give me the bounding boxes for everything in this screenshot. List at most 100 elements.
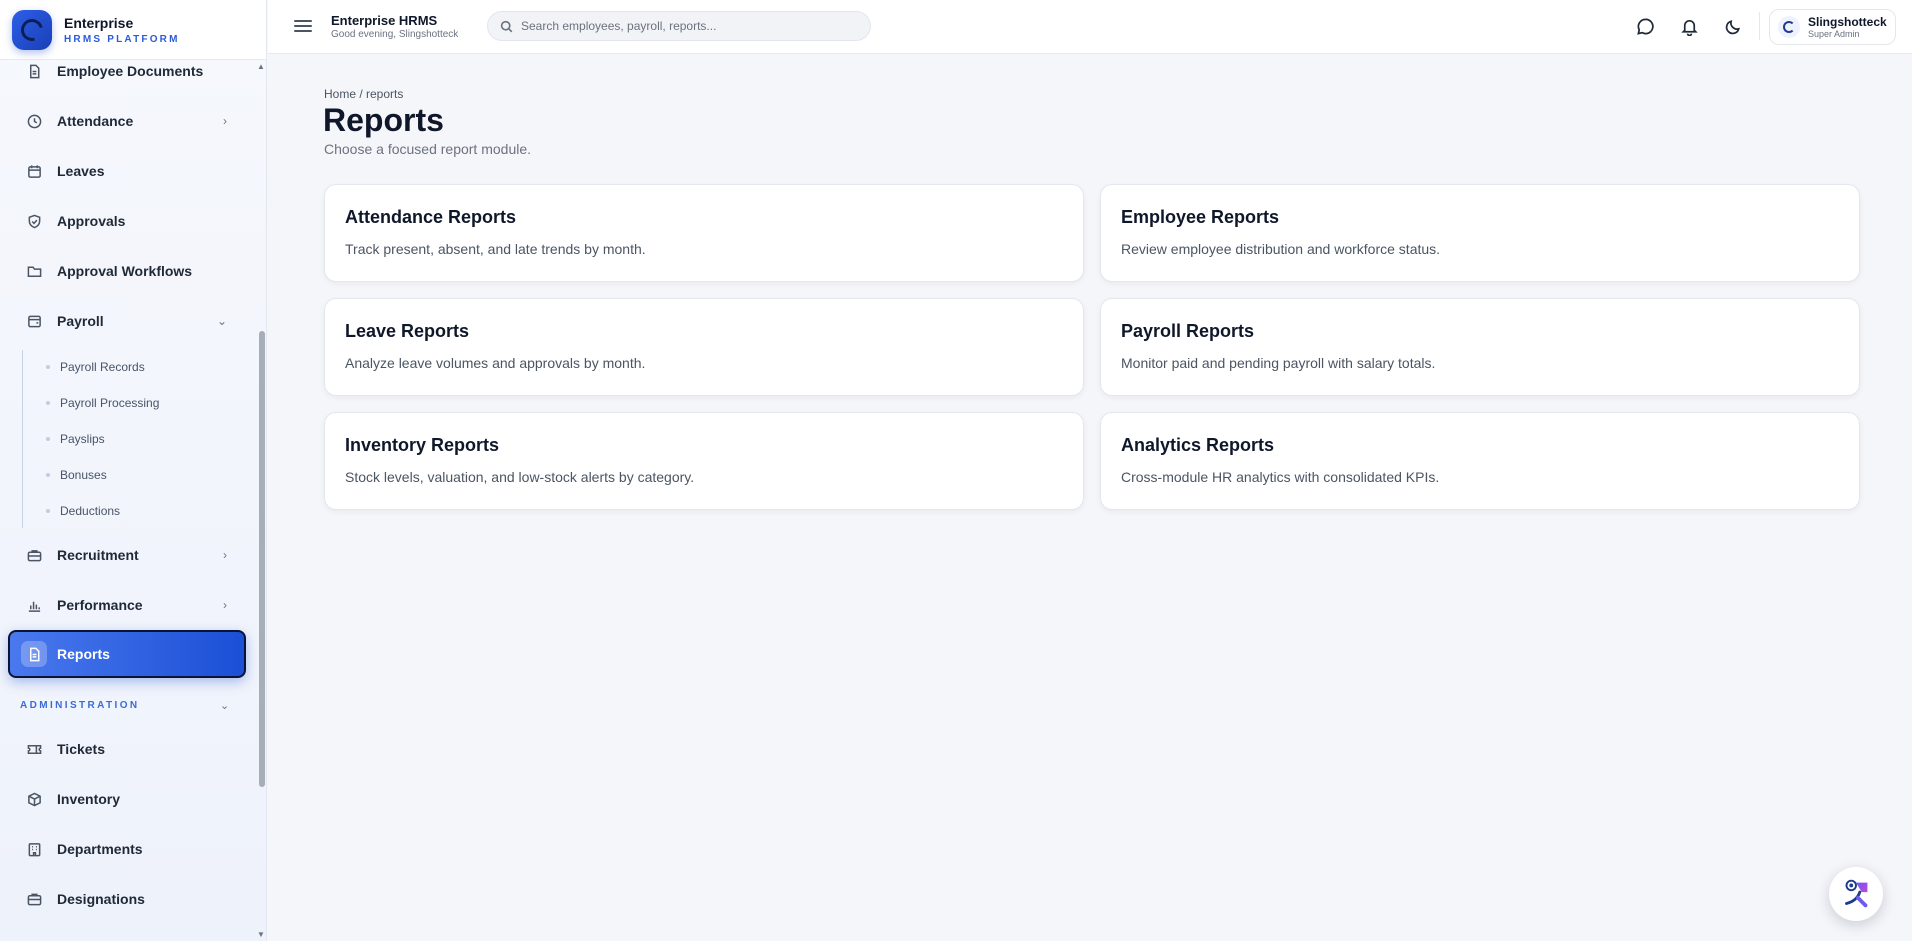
chat-icon[interactable] bbox=[1634, 15, 1656, 37]
card-title: Payroll Reports bbox=[1121, 321, 1255, 341]
report-card-analytics[interactable]: Analytics Reports Cross-module HR analyt… bbox=[1100, 412, 1860, 510]
sidebar-item-label: Payroll bbox=[57, 313, 104, 329]
search-icon bbox=[500, 20, 513, 32]
brand-logo-icon bbox=[12, 9, 52, 50]
report-icon bbox=[21, 641, 47, 667]
sidebar-item-label: Attendance bbox=[57, 113, 134, 129]
sidebar-item-label: Inventory bbox=[57, 791, 121, 807]
brand-subtitle: HRMS PLATFORM bbox=[64, 33, 180, 45]
search-input[interactable] bbox=[521, 19, 841, 33]
page-subtitle: Choose a focused report module. bbox=[324, 141, 532, 157]
card-title: Attendance Reports bbox=[345, 207, 517, 227]
sidebar-item-label: Approval Workflows bbox=[57, 263, 193, 279]
sidebar-item-attendance[interactable]: Attendance › bbox=[10, 100, 245, 142]
chevron-right-icon[interactable]: › bbox=[223, 548, 227, 562]
card-description: Monitor paid and pending payroll with sa… bbox=[1121, 355, 1436, 371]
card-title: Inventory Reports bbox=[345, 435, 500, 455]
sidebar-item-label: Departments bbox=[57, 841, 143, 857]
greeting-text: Good evening, Slingshotteck bbox=[331, 29, 459, 40]
sidebar-item-performance[interactable]: Performance › bbox=[10, 584, 245, 626]
box-icon bbox=[26, 791, 42, 807]
briefcase-icon bbox=[26, 547, 42, 563]
user-role: Super Admin bbox=[1808, 29, 1860, 39]
ticket-icon bbox=[26, 741, 42, 757]
card-title: Employee Reports bbox=[1121, 207, 1280, 227]
subitem-label: Bonuses bbox=[60, 468, 107, 482]
building-icon bbox=[26, 841, 42, 857]
report-card-attendance[interactable]: Attendance Reports Track present, absent… bbox=[324, 184, 1084, 282]
page-title: Reports bbox=[323, 102, 444, 138]
sidebar: Employee Documents Attendance › Leaves A… bbox=[0, 0, 267, 941]
sidebar-subitem-payslips[interactable]: Payslips bbox=[46, 427, 105, 451]
sidebar-item-label: Approvals bbox=[57, 213, 126, 229]
app-title: Enterprise HRMS bbox=[331, 13, 438, 28]
bullet-dot bbox=[46, 401, 50, 405]
card-title: Analytics Reports bbox=[1121, 435, 1275, 455]
sidebar-scrollbar-thumb[interactable] bbox=[259, 331, 265, 787]
brand-name: Enterprise bbox=[64, 14, 134, 31]
subitem-label: Payroll Records bbox=[60, 360, 145, 374]
badge-icon bbox=[26, 891, 42, 907]
chevron-right-icon[interactable]: › bbox=[223, 114, 227, 128]
sidebar-subitem-payroll-processing[interactable]: Payroll Processing bbox=[46, 391, 159, 415]
card-description: Analyze leave volumes and approvals by m… bbox=[345, 355, 646, 371]
chevron-down-icon[interactable]: ⌄ bbox=[217, 314, 227, 328]
report-card-payroll[interactable]: Payroll Reports Monitor paid and pending… bbox=[1100, 298, 1860, 396]
sidebar-subitem-deductions[interactable]: Deductions bbox=[46, 499, 120, 523]
card-title: Leave Reports bbox=[345, 321, 470, 341]
sidebar-item-leaves[interactable]: Leaves bbox=[10, 150, 245, 192]
sidebar-item-inventory[interactable]: Inventory bbox=[10, 778, 245, 820]
report-card-employee[interactable]: Employee Reports Review employee distrib… bbox=[1100, 184, 1860, 282]
card-description: Track present, absent, and late trends b… bbox=[345, 241, 646, 257]
sidebar-item-label: Recruitment bbox=[57, 547, 139, 563]
clock-icon bbox=[26, 113, 42, 129]
moon-icon[interactable] bbox=[1722, 15, 1744, 37]
sidebar-subitem-bonuses[interactable]: Bonuses bbox=[46, 463, 107, 487]
bullet-dot bbox=[46, 365, 50, 369]
bullet-dot bbox=[46, 509, 50, 513]
report-card-inventory[interactable]: Inventory Reports Stock levels, valuatio… bbox=[324, 412, 1084, 510]
subitem-label: Payroll Processing bbox=[60, 396, 160, 410]
sidebar-item-label: Performance bbox=[57, 597, 143, 613]
user-menu[interactable]: Slingshotteck Super Admin bbox=[1769, 9, 1896, 45]
sidebar-subitem-payroll-records[interactable]: Payroll Records bbox=[46, 355, 145, 379]
scroll-down-arrow-icon[interactable]: ▼ bbox=[257, 930, 265, 939]
sidebar-item-label: Leaves bbox=[57, 163, 105, 179]
subitem-label: Payslips bbox=[60, 432, 105, 446]
sidebar-item-recruitment[interactable]: Recruitment › bbox=[10, 534, 245, 576]
sidebar-item-designations[interactable]: Designations bbox=[10, 878, 245, 920]
sidebar-item-payroll[interactable]: Payroll ⌄ bbox=[10, 300, 245, 342]
scroll-up-arrow-icon[interactable]: ▲ bbox=[257, 62, 265, 71]
hamburger-menu-icon[interactable] bbox=[294, 17, 312, 35]
bullet-dot bbox=[46, 473, 50, 477]
subitem-label: Deductions bbox=[60, 504, 121, 518]
header-divider bbox=[1759, 12, 1760, 40]
sidebar-item-approvals[interactable]: Approvals bbox=[10, 200, 245, 242]
chevron-down-icon[interactable]: ⌄ bbox=[220, 699, 229, 712]
avatar bbox=[1778, 16, 1800, 38]
calendar-icon bbox=[26, 163, 42, 179]
bell-icon[interactable] bbox=[1678, 15, 1700, 37]
folder-icon bbox=[26, 263, 42, 279]
chevron-right-icon[interactable]: › bbox=[223, 598, 227, 612]
report-card-leave[interactable]: Leave Reports Analyze leave volumes and … bbox=[324, 298, 1084, 396]
sidebar-item-tickets[interactable]: Tickets bbox=[10, 728, 245, 770]
wallet-icon bbox=[26, 313, 42, 329]
sidebar-item-label: Designations bbox=[57, 891, 145, 907]
main-content: Home / reports Reports Choose a focused … bbox=[268, 54, 1912, 941]
sidebar-item-reports[interactable]: Reports bbox=[8, 630, 246, 678]
sidebar-item-label: Tickets bbox=[57, 741, 105, 757]
sidebar-item-approval-workflows[interactable]: Approval Workflows bbox=[10, 250, 245, 292]
user-name: Slingshotteck bbox=[1808, 15, 1887, 29]
card-description: Stock levels, valuation, and low-stock a… bbox=[345, 469, 695, 485]
search-bar[interactable] bbox=[487, 11, 871, 41]
sidebar-item-departments[interactable]: Departments bbox=[10, 828, 245, 870]
assistant-bot-icon[interactable] bbox=[1829, 867, 1883, 921]
section-label-administration: ADMINISTRATION bbox=[20, 700, 140, 711]
submenu-guide-line bbox=[22, 350, 23, 528]
bullet-dot bbox=[46, 437, 50, 441]
bar-chart-icon bbox=[26, 597, 42, 613]
document-icon bbox=[26, 63, 42, 79]
brand: Enterprise HRMS PLATFORM bbox=[0, 0, 266, 60]
card-description: Cross-module HR analytics with consolida… bbox=[1121, 469, 1440, 485]
